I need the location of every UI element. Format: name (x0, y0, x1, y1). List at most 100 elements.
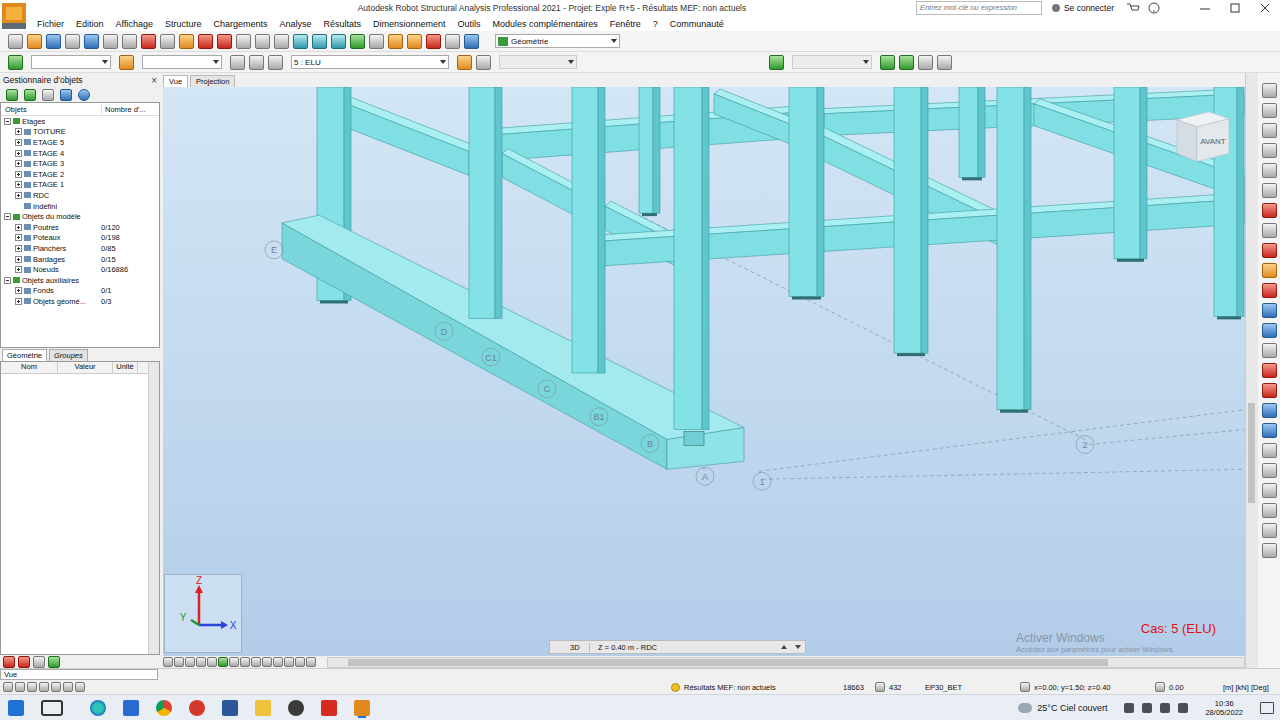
view-mode[interactable]: 3D (550, 643, 590, 652)
tray-icon[interactable] (1142, 703, 1152, 713)
status-icon[interactable] (15, 682, 25, 692)
tool-icon[interactable] (255, 34, 270, 49)
tool-icon[interactable] (1262, 383, 1277, 398)
menu-item[interactable]: Edition (76, 19, 104, 29)
tree-item[interactable]: RDC (1, 190, 159, 201)
tool-icon[interactable] (1262, 83, 1277, 98)
tool-icon[interactable] (160, 34, 175, 49)
view-icon[interactable] (207, 657, 217, 667)
column[interactable] (997, 87, 1024, 410)
column[interactable] (894, 87, 921, 353)
view-tab[interactable]: Vue (163, 75, 188, 87)
view-icon[interactable] (174, 657, 184, 667)
tree-item[interactable]: ETAGE 2 (1, 169, 159, 180)
status-icon[interactable] (27, 682, 37, 692)
tool-icon[interactable] (42, 89, 54, 101)
taskbar-app-icon[interactable] (123, 700, 139, 716)
tree-item[interactable]: Fonds 0/1 (1, 286, 159, 297)
tool-icon[interactable] (769, 55, 784, 70)
tool-icon[interactable] (249, 55, 264, 70)
tool-icon[interactable] (426, 34, 441, 49)
expander-icon[interactable] (15, 224, 22, 231)
status-icon[interactable] (63, 682, 73, 692)
view-icon[interactable] (284, 657, 294, 667)
robot-logo-icon[interactable] (0, 0, 28, 31)
user-icon[interactable] (1052, 4, 1060, 12)
expander-icon[interactable] (15, 245, 22, 252)
tool-icon[interactable] (1262, 123, 1277, 138)
tree-item[interactable]: Noeuds 0/16886 (1, 264, 159, 275)
tool-icon[interactable] (1262, 183, 1277, 198)
tool-icon[interactable] (1262, 223, 1277, 238)
cart-icon[interactable] (1126, 2, 1140, 14)
display-dropdown[interactable]: Géométrie (495, 34, 620, 48)
tree-item[interactable]: Objets géomé... 0/3 (1, 296, 159, 307)
tool-icon[interactable] (331, 34, 346, 49)
tool-icon[interactable] (880, 55, 895, 70)
expander-icon[interactable] (15, 234, 22, 241)
minimize-icon[interactable] (1190, 1, 1220, 15)
view-icon[interactable] (240, 657, 250, 667)
tool-icon[interactable] (27, 34, 42, 49)
tray-icon[interactable] (1124, 703, 1134, 713)
view-icon[interactable] (218, 657, 228, 667)
tree-item[interactable]: Indéfini (1, 201, 159, 212)
expander-icon[interactable] (15, 256, 22, 263)
tree-item[interactable]: ETAGE 3 (1, 158, 159, 169)
tool-icon[interactable] (388, 34, 403, 49)
tool-icon[interactable] (230, 55, 245, 70)
tool-icon[interactable] (18, 656, 30, 668)
tool-icon[interactable] (48, 656, 60, 668)
menu-item[interactable]: Modules complémentaires (493, 19, 598, 29)
tool-icon[interactable] (457, 55, 472, 70)
tool-icon[interactable] (103, 34, 118, 49)
tool-icon[interactable] (1262, 523, 1277, 538)
tool-icon[interactable] (33, 656, 45, 668)
help-icon[interactable] (78, 89, 90, 101)
expander-icon[interactable] (15, 160, 22, 167)
tool-icon[interactable] (84, 34, 99, 49)
search-field[interactable]: Entrez mot-clé ou expression (916, 1, 1042, 15)
taskbar-app-icon[interactable] (8, 700, 24, 716)
level-up-icon[interactable] (781, 645, 787, 649)
expander-icon[interactable] (4, 118, 11, 125)
taskbar-app-icon[interactable] (288, 700, 304, 716)
clock[interactable]: 10:36 28/05/2022 (1205, 699, 1243, 717)
expander-icon[interactable] (15, 266, 22, 273)
tool-icon[interactable] (1262, 463, 1277, 478)
tree-item[interactable]: ETAGE 1 (1, 180, 159, 191)
tool-icon[interactable] (1262, 443, 1277, 458)
status-icon[interactable] (75, 682, 85, 692)
tool-icon[interactable] (464, 34, 479, 49)
taskbar-app-icon[interactable] (321, 700, 337, 716)
taskbar-app-icon[interactable] (41, 700, 63, 716)
weather[interactable]: 25°C Ciel couvert (1037, 703, 1107, 713)
column[interactable] (572, 87, 598, 373)
tool-icon[interactable] (217, 34, 232, 49)
tool-icon[interactable] (1262, 103, 1277, 118)
tool-icon[interactable] (1262, 323, 1277, 338)
view-tab[interactable]: Projection (190, 75, 235, 87)
level-down-icon[interactable] (795, 645, 801, 649)
tool-icon[interactable] (899, 55, 914, 70)
status-icon[interactable] (39, 682, 49, 692)
tool-icon[interactable] (1262, 303, 1277, 318)
case-dropdown[interactable]: 5 : ELU (291, 55, 449, 69)
panel-tab[interactable]: Géométrie (2, 349, 47, 361)
view-field[interactable]: Vue (0, 669, 158, 680)
menu-item[interactable]: Structure (165, 19, 202, 29)
tree-item[interactable]: ETAGE 4 (1, 148, 159, 159)
view-icon[interactable] (185, 657, 195, 667)
close-button[interactable]: × (151, 75, 157, 86)
filter-dropdown[interactable] (142, 55, 222, 69)
view-icon[interactable] (229, 657, 239, 667)
column[interactable] (469, 87, 495, 318)
view-cube[interactable]: AVANT (1177, 112, 1229, 162)
tree-item[interactable]: Etages (1, 116, 159, 127)
scrollbar[interactable] (148, 362, 159, 654)
tool-icon[interactable] (1262, 243, 1277, 258)
horizontal-scrollbar[interactable] (327, 657, 1245, 668)
tree-item[interactable]: Bardages 0/15 (1, 254, 159, 265)
tool-icon[interactable] (1262, 543, 1277, 558)
tool-icon[interactable] (312, 34, 327, 49)
